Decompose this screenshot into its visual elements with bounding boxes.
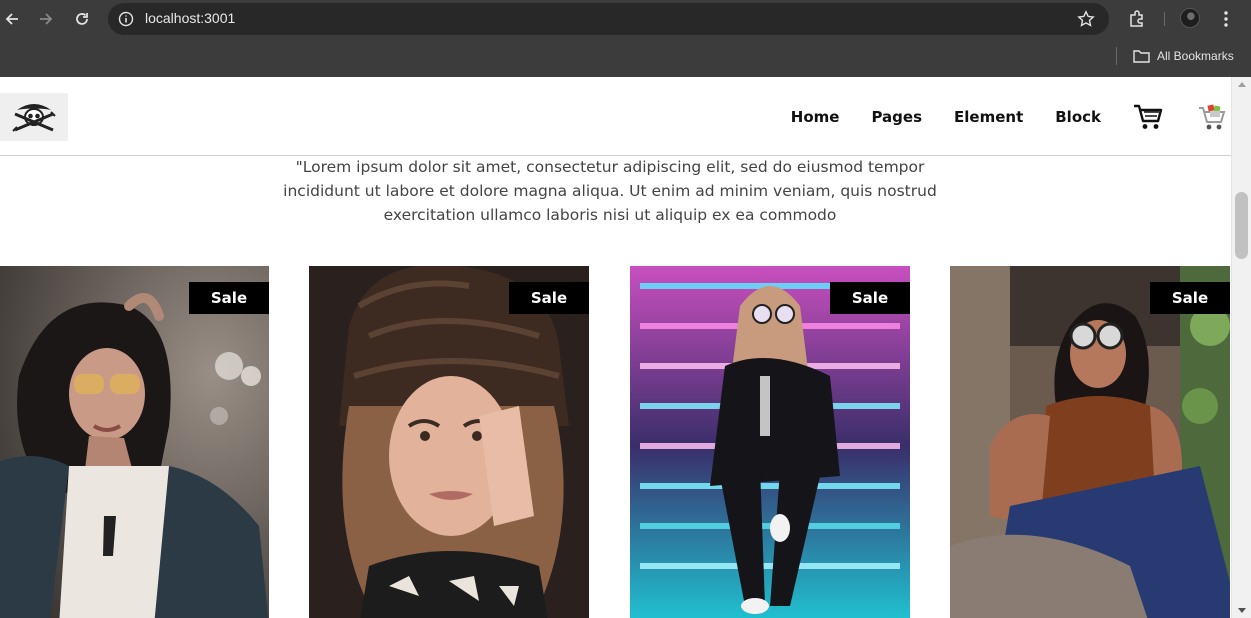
- colored-cart-icon[interactable]: [1197, 102, 1227, 132]
- reload-icon: [76, 13, 88, 25]
- bookmarks-bar: [0, 38, 1251, 77]
- intro-text: "Lorem ipsum dolor sit amet, consectetur…: [283, 158, 937, 224]
- toolbar-divider: [1164, 12, 1165, 26]
- sale-badge: Sale: [1150, 282, 1230, 314]
- product-photo: [950, 266, 1230, 618]
- forward-icon: [40, 13, 53, 25]
- product-card[interactable]: Sale: [950, 266, 1230, 618]
- info-icon[interactable]: [118, 11, 134, 27]
- product-card[interactable]: Sale: [309, 266, 589, 618]
- scroll-up-arrow[interactable]: [1238, 82, 1246, 87]
- nav-block[interactable]: Block: [1055, 108, 1101, 126]
- all-bookmarks-label: All Bookmarks: [1157, 49, 1234, 63]
- browser-chrome: localhost:3001 All Bookmarks: [0, 0, 1251, 77]
- scroll-down-arrow[interactable]: [1238, 608, 1246, 613]
- scroll-thumb[interactable]: [1235, 192, 1248, 259]
- forward-button[interactable]: [34, 7, 58, 31]
- product-card[interactable]: Sale: [0, 266, 269, 618]
- product-photo: [630, 266, 910, 618]
- bookmarks-divider: [1116, 47, 1117, 65]
- cart-icon[interactable]: [1133, 103, 1163, 131]
- sale-badge: Sale: [189, 282, 269, 314]
- reload-button[interactable]: [70, 7, 94, 31]
- browser-toolbar: localhost:3001: [0, 0, 1251, 38]
- site-header: Home Pages Element Block: [0, 77, 1231, 156]
- product-photo: [309, 266, 589, 618]
- sale-badge: Sale: [830, 282, 910, 314]
- all-bookmarks-button[interactable]: All Bookmarks: [1133, 47, 1234, 65]
- page-viewport: Home Pages Element Block "Lorem ipsum do…: [0, 77, 1231, 618]
- main-nav: Home Pages Element Block: [791, 77, 1231, 156]
- site-logo[interactable]: [0, 93, 68, 141]
- folder-icon: [1133, 50, 1150, 63]
- address-url[interactable]: localhost:3001: [145, 10, 235, 26]
- back-button[interactable]: [0, 7, 24, 31]
- star-icon[interactable]: [1077, 10, 1095, 28]
- product-card[interactable]: Sale: [630, 266, 910, 618]
- product-photo: [0, 266, 269, 618]
- sale-badge: Sale: [509, 282, 589, 314]
- page-scrollbar[interactable]: [1231, 77, 1251, 618]
- back-icon: [5, 13, 18, 25]
- address-bar[interactable]: localhost:3001: [108, 3, 1109, 35]
- nav-pages[interactable]: Pages: [871, 108, 922, 126]
- nav-element[interactable]: Element: [954, 108, 1023, 126]
- nav-home[interactable]: Home: [791, 108, 840, 126]
- extensions-icon[interactable]: [1127, 9, 1147, 29]
- profile-avatar[interactable]: [1180, 8, 1200, 28]
- pirate-skull-logo: [12, 104, 56, 132]
- menu-icon[interactable]: [1216, 9, 1236, 29]
